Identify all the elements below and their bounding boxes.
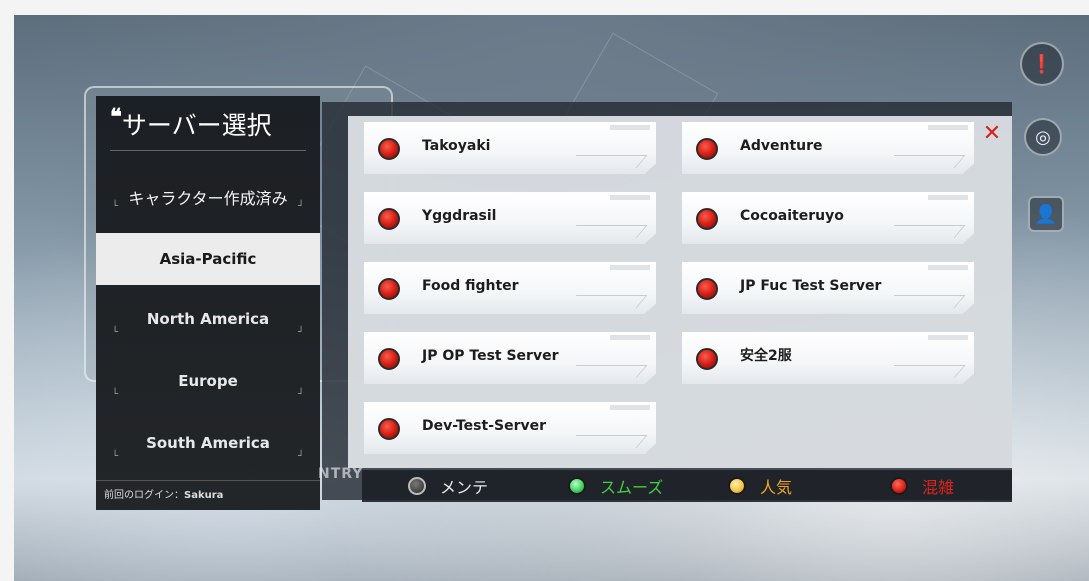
server-card[interactable]: Cocoaiteruyo	[682, 192, 974, 244]
server-name: 安全2服	[740, 348, 792, 364]
card-decoration	[565, 155, 648, 168]
server-card[interactable]: Dev-Test-Server	[364, 402, 656, 454]
bracket-decoration: ┘	[297, 451, 304, 462]
region-label: Asia-Pacific	[159, 250, 257, 268]
card-decoration	[565, 435, 648, 448]
status-busy-icon	[696, 208, 718, 230]
region-label: Europe	[178, 372, 238, 390]
crowded-status-icon	[890, 477, 908, 495]
server-card[interactable]: JP Fuc Test Server	[682, 262, 974, 314]
bracket-decoration: └	[112, 201, 119, 212]
status-busy-icon	[378, 208, 400, 230]
card-decoration	[565, 225, 648, 238]
legend-popular: 人気	[728, 470, 792, 502]
status-legend: メンテ スムーズ 人気 混雑	[362, 470, 1012, 502]
card-decoration	[883, 155, 966, 168]
region-south-america[interactable]: └ South America ┘	[96, 418, 320, 468]
region-label: North America	[146, 310, 270, 328]
region-europe[interactable]: └ Europe ┘	[96, 356, 320, 406]
last-login-label: 前回のログイン：	[104, 490, 184, 501]
card-decoration	[565, 365, 648, 378]
server-name: Adventure	[740, 138, 823, 154]
region-sidebar: ❝サーバー選択 └ キャラクター作成済み ┘ Asia-Pacific └ No…	[96, 96, 320, 510]
legend-label: 混雑	[922, 478, 955, 497]
bracket-decoration: └	[112, 327, 119, 338]
status-busy-icon	[378, 278, 400, 300]
server-name: Cocoaiteruyo	[740, 208, 844, 224]
close-icon[interactable]: ✕	[978, 120, 1006, 148]
info-icon[interactable]: ❗	[1020, 42, 1064, 86]
legend-maintenance: メンテ	[408, 470, 488, 502]
legend-smooth: スムーズ	[568, 470, 663, 502]
last-login-server: Sakura	[184, 490, 224, 501]
server-card[interactable]: JP OP Test Server	[364, 332, 656, 384]
legend-label: スムーズ	[600, 478, 664, 497]
smooth-status-icon	[568, 477, 586, 495]
card-decoration	[928, 125, 968, 130]
page-title: ❝サーバー選択	[96, 96, 320, 148]
bracket-decoration: ┘	[297, 327, 304, 338]
bracket-decoration: └	[112, 451, 119, 462]
bracket-decoration: └	[112, 389, 119, 400]
card-decoration	[928, 195, 968, 200]
server-card[interactable]: 安全2服	[682, 332, 974, 384]
region-asia-pacific[interactable]: Asia-Pacific	[96, 233, 320, 285]
region-label: South America	[146, 434, 270, 452]
character-created-tab[interactable]: └ キャラクター作成済み ┘	[96, 172, 320, 222]
settings-icon[interactable]: ◎	[1024, 118, 1062, 156]
server-name: Yggdrasil	[422, 208, 497, 224]
bracket-decoration: ┘	[297, 389, 304, 400]
server-card[interactable]: Yggdrasil	[364, 192, 656, 244]
server-name: Food fighter	[422, 278, 519, 294]
region-north-america[interactable]: └ North America ┘	[96, 294, 320, 344]
server-name: Dev-Test-Server	[422, 418, 547, 434]
maintenance-status-icon	[408, 477, 426, 495]
server-name: Takoyaki	[422, 138, 491, 154]
bracket-decoration: ┘	[297, 201, 304, 212]
card-decoration	[928, 335, 968, 340]
card-decoration	[883, 365, 966, 378]
page-title-text: サーバー選択	[121, 111, 272, 140]
character-created-label: キャラクター作成済み	[128, 189, 288, 208]
legend-crowded: 混雑	[890, 470, 954, 502]
status-busy-icon	[696, 348, 718, 370]
card-decoration	[610, 125, 650, 130]
status-busy-icon	[378, 348, 400, 370]
status-busy-icon	[378, 418, 400, 440]
account-icon[interactable]: 👤	[1028, 196, 1064, 232]
quote-mark: ❝	[110, 104, 122, 130]
card-decoration	[610, 335, 650, 340]
card-decoration	[928, 265, 968, 270]
status-busy-icon	[378, 138, 400, 160]
server-card[interactable]: Food fighter	[364, 262, 656, 314]
legend-label: 人気	[760, 478, 793, 497]
server-name: JP Fuc Test Server	[740, 278, 882, 294]
card-decoration	[610, 265, 650, 270]
divider	[110, 150, 306, 151]
background-text: NTRY	[318, 466, 364, 482]
popular-status-icon	[728, 477, 746, 495]
card-decoration	[610, 195, 650, 200]
card-decoration	[883, 225, 966, 238]
server-name: JP OP Test Server	[422, 348, 559, 364]
card-decoration	[610, 405, 650, 410]
legend-label: メンテ	[440, 478, 489, 497]
card-decoration	[565, 295, 648, 308]
status-busy-icon	[696, 278, 718, 300]
card-decoration	[883, 295, 966, 308]
server-card[interactable]: Takoyaki	[364, 122, 656, 174]
server-card[interactable]: Adventure	[682, 122, 974, 174]
last-login-info: 前回のログイン：Sakura	[96, 480, 320, 510]
status-busy-icon	[696, 138, 718, 160]
